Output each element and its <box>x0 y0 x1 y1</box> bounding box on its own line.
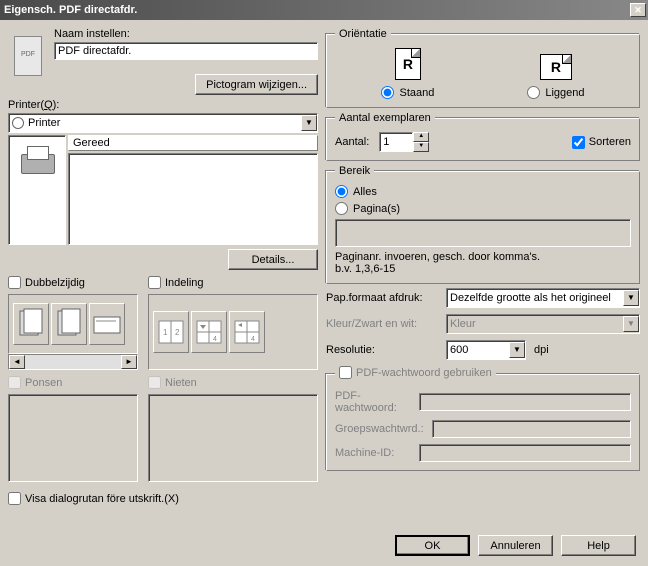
layout-checkbox[interactable]: Indeling <box>148 276 204 289</box>
punch-panel <box>8 394 138 482</box>
printer-label: Printer(Q): <box>8 99 318 111</box>
name-input[interactable] <box>54 42 318 60</box>
close-button[interactable]: ✕ <box>630 3 646 17</box>
color-select: Kleur ▼ <box>446 314 640 334</box>
portrait-icon: R <box>395 48 421 80</box>
layout-option-3[interactable]: 4 <box>229 311 265 353</box>
chevron-down-icon: ▼ <box>623 316 639 332</box>
ok-button[interactable]: OK <box>395 535 470 556</box>
chevron-down-icon[interactable]: ▼ <box>623 290 639 306</box>
layout-option-2[interactable]: 4 <box>191 311 227 353</box>
count-label: Aantal: <box>335 136 369 148</box>
chevron-down-icon[interactable]: ▼ <box>301 115 317 131</box>
landscape-icon: R <box>540 54 572 80</box>
change-icon-button[interactable]: Pictogram wijzigen... <box>195 74 318 95</box>
paper-label: Pap.formaat afdruk: <box>326 292 438 304</box>
paper-value: Dezelfde grootte als het origineel <box>450 292 611 304</box>
range-all-radio[interactable]: Alles <box>335 185 631 198</box>
svg-text:4: 4 <box>213 336 217 343</box>
printer-icon <box>17 144 57 180</box>
copies-legend: Aantal exemplaren <box>335 112 435 124</box>
help-button[interactable]: Help <box>561 535 636 556</box>
collate-checkbox[interactable]: Sorteren <box>572 136 631 149</box>
orientation-legend: Oriëntatie <box>335 28 391 40</box>
use-pdf-password-checkbox[interactable]: PDF-wachtwoord gebruiken <box>339 366 492 379</box>
cancel-button[interactable]: Annuleren <box>478 535 553 556</box>
staple-checkbox: Nieten <box>148 376 197 389</box>
show-dialog-checkbox[interactable]: Visa dialogrutan före utskrift.(X) <box>8 492 179 505</box>
spin-up-icon[interactable]: ▲ <box>413 132 429 142</box>
window-title: Eigensch. PDF directafdr. <box>4 4 137 16</box>
color-value: Kleur <box>450 318 476 330</box>
svg-text:2: 2 <box>175 328 180 337</box>
pdf-file-icon <box>12 32 44 64</box>
pdf-password-label: PDF-wachtwoord: <box>335 390 411 414</box>
orientation-group: Oriëntatie R Staand R Liggend <box>326 28 640 108</box>
duplex-scrollbar[interactable]: ◄ ► <box>8 354 138 370</box>
range-pages-input[interactable] <box>335 219 631 247</box>
spin-down-icon[interactable]: ▼ <box>413 142 429 152</box>
scroll-right-icon[interactable]: ► <box>121 355 137 369</box>
copies-group: Aantal exemplaren Aantal: ▲ ▼ Sorteren <box>326 112 640 161</box>
details-button[interactable]: Details... <box>228 249 318 270</box>
chevron-down-icon[interactable]: ▼ <box>509 342 525 358</box>
printer-select[interactable]: Printer ▼ <box>8 113 318 133</box>
machine-id-input <box>419 444 631 462</box>
resolution-unit: dpi <box>534 344 549 356</box>
paper-select[interactable]: Dezelfde grootte als het origineel ▼ <box>446 288 640 308</box>
staple-panel <box>148 394 318 482</box>
pdf-password-input <box>419 393 631 411</box>
resolution-label: Resolutie: <box>326 344 438 356</box>
range-group: Bereik Alles Pagina(s) Paginanr. invoere… <box>326 165 640 284</box>
svg-text:1: 1 <box>163 328 168 337</box>
printer-icon-list[interactable] <box>8 135 66 245</box>
layout-option-1[interactable]: 12 <box>153 311 189 353</box>
range-pages-radio[interactable]: Pagina(s) <box>335 202 631 215</box>
punch-checkbox: Ponsen <box>8 376 62 389</box>
printer-info-list <box>68 153 318 245</box>
range-hint-1: Paginanr. invoeren, gesch. door komma's. <box>335 251 631 263</box>
duplex-option-1[interactable] <box>13 303 49 345</box>
pdf-password-group: PDF-wachtwoord gebruiken PDF-wachtwoord:… <box>326 366 640 471</box>
count-spinner[interactable]: ▲ ▼ <box>379 132 429 152</box>
layout-options: 12 4 4 <box>148 294 318 370</box>
count-input[interactable] <box>379 132 413 152</box>
name-label: Naam instellen: <box>54 28 318 40</box>
landscape-radio[interactable]: Liggend <box>527 86 584 99</box>
printer-target-icon <box>12 117 24 129</box>
scroll-left-icon[interactable]: ◄ <box>9 355 25 369</box>
resolution-value: 600 <box>450 344 468 356</box>
range-hint-2: b.v. 1,3,6-15 <box>335 263 631 275</box>
duplex-option-2[interactable] <box>51 303 87 345</box>
machine-id-label: Machine-ID: <box>335 447 411 459</box>
printer-status: Gereed <box>68 135 318 151</box>
titlebar: Eigensch. PDF directafdr. ✕ <box>0 0 648 20</box>
duplex-options <box>8 294 138 354</box>
resolution-select[interactable]: 600 ▼ <box>446 340 526 360</box>
printer-select-value: Printer <box>28 117 60 129</box>
color-label: Kleur/Zwart en wit: <box>326 318 438 330</box>
duplex-option-3[interactable] <box>89 303 125 345</box>
group-password-label: Groepswachtwrd.: <box>335 423 424 435</box>
duplex-checkbox[interactable]: Dubbelzijdig <box>8 276 85 289</box>
group-password-input <box>432 420 631 438</box>
portrait-radio[interactable]: Staand <box>381 86 434 99</box>
range-legend: Bereik <box>335 165 374 177</box>
svg-text:4: 4 <box>251 336 255 343</box>
